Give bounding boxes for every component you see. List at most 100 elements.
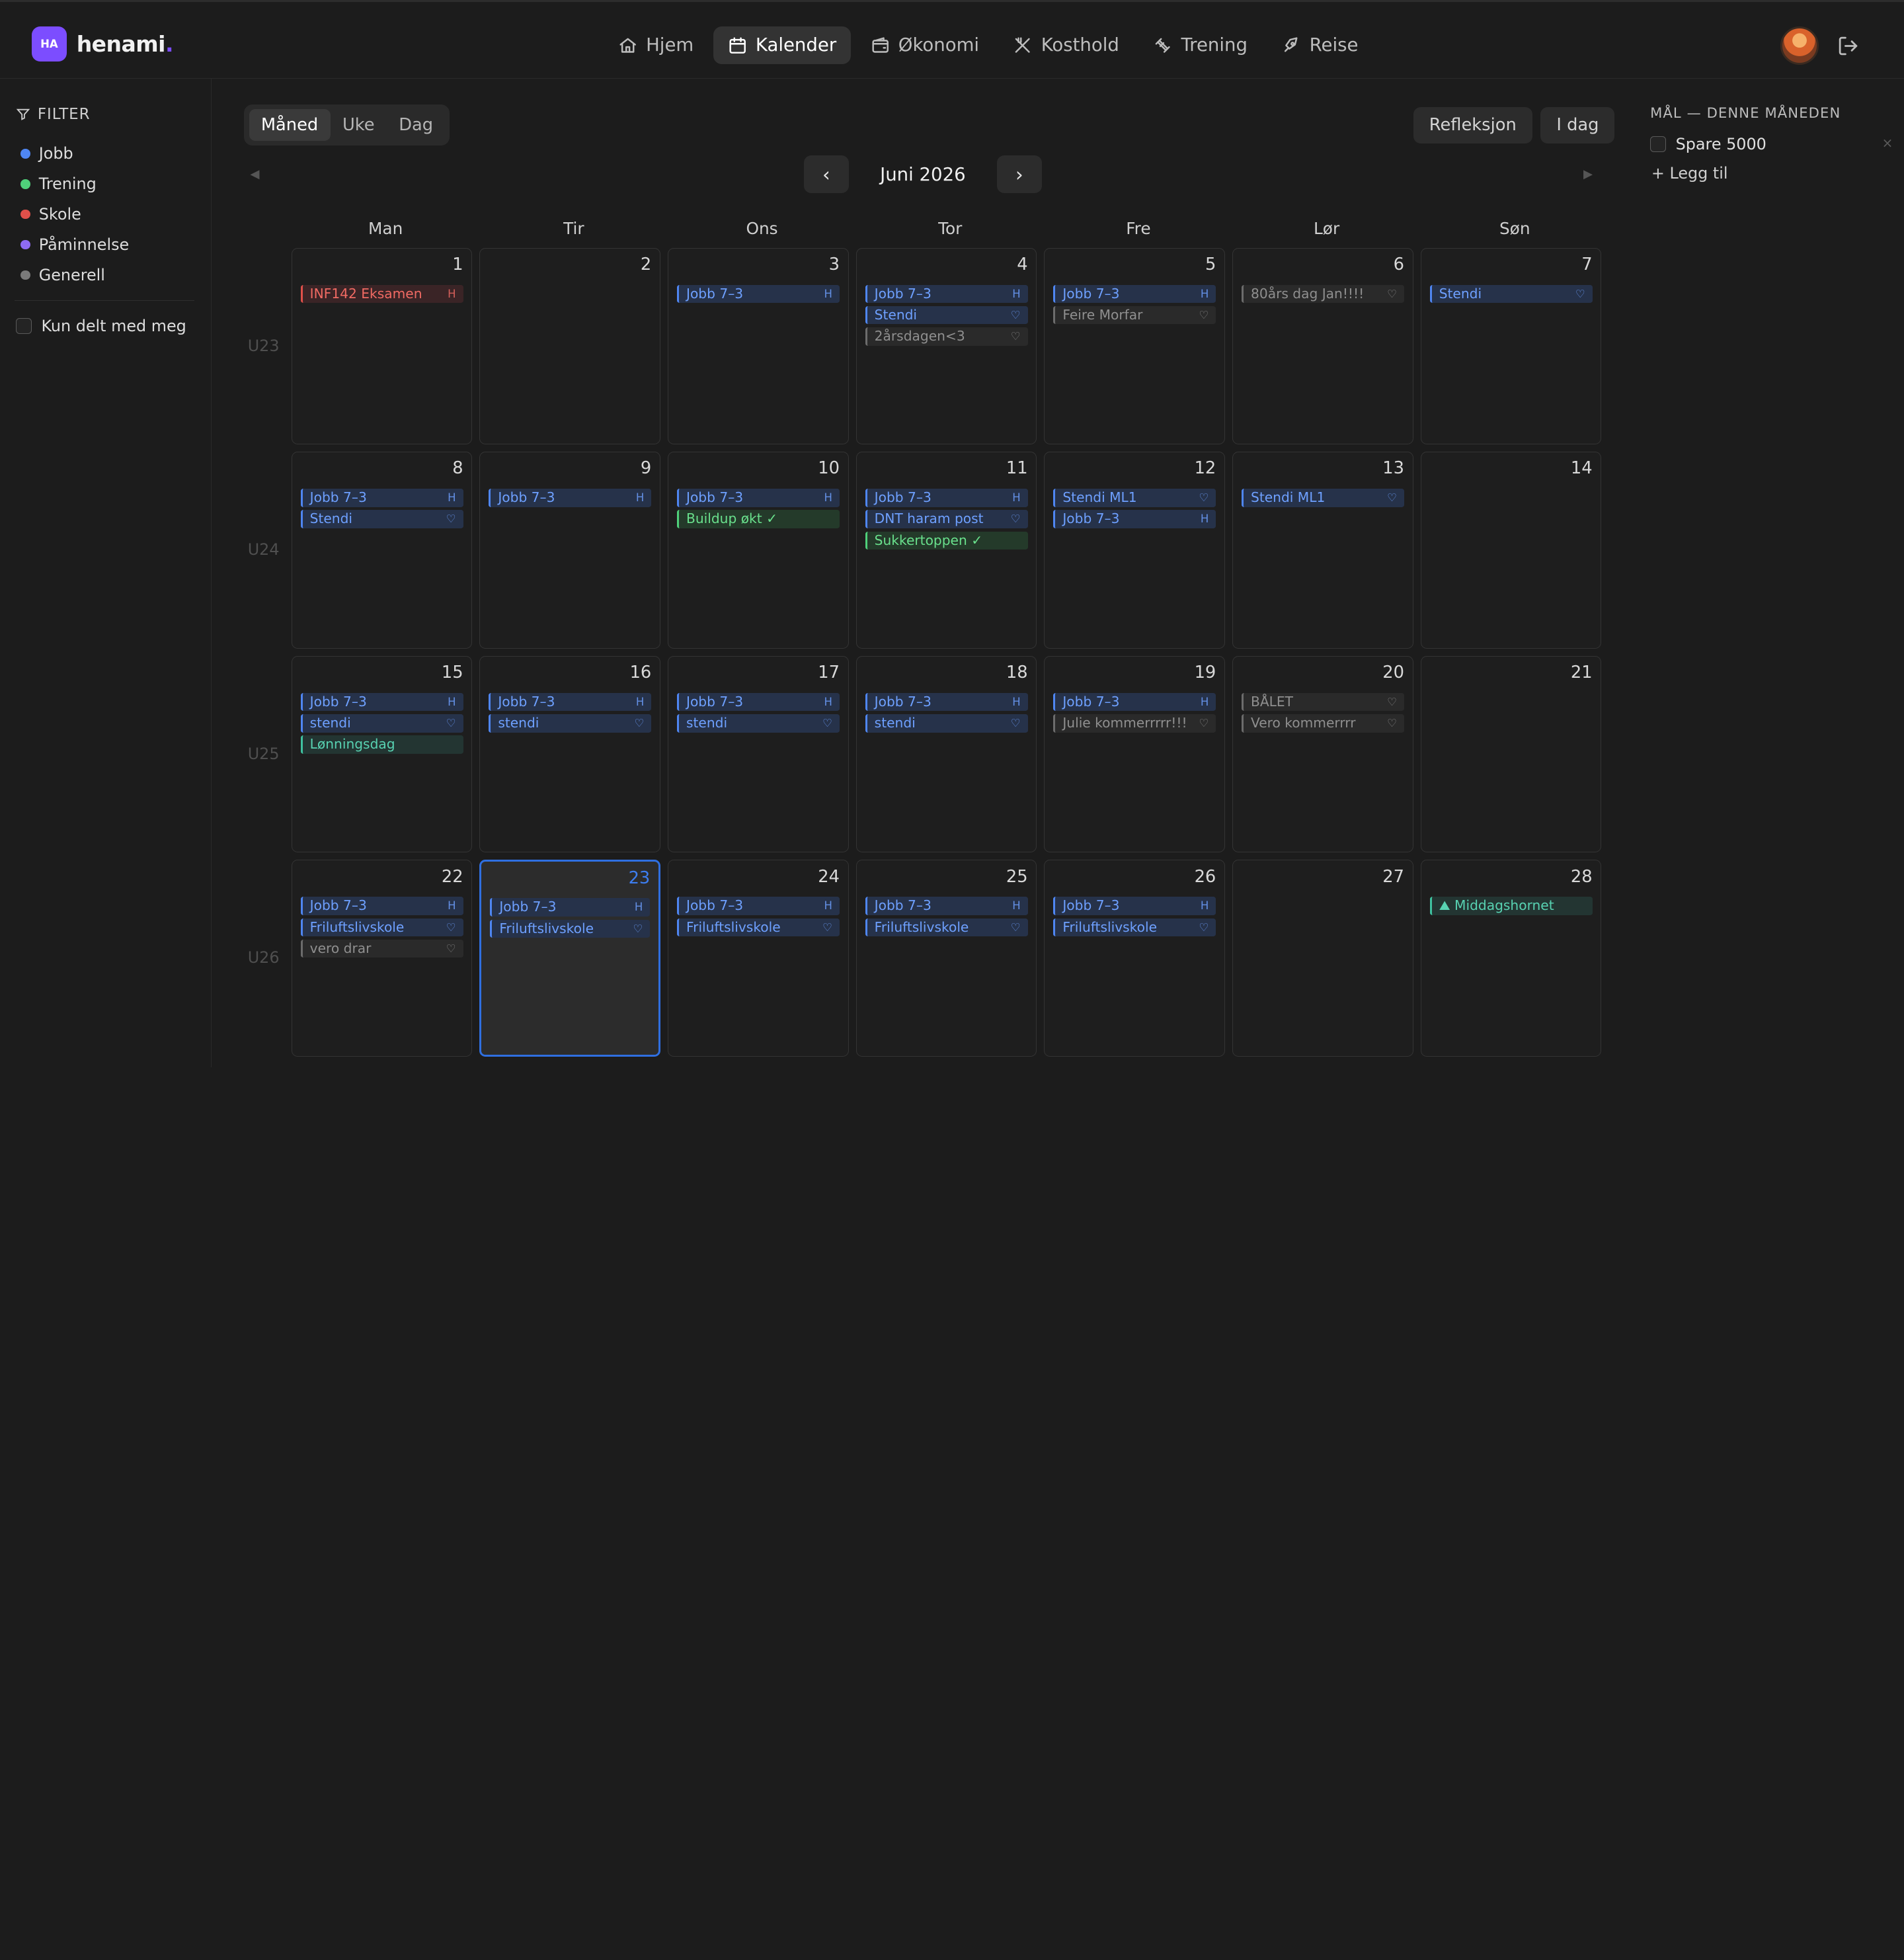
calendar-event[interactable]: Jobb 7–3 H [300, 897, 463, 915]
day-cell[interactable]: 26 Jobb 7–3 H Friluftslivskole ♡ [1044, 860, 1226, 1057]
day-cell[interactable]: 3 Jobb 7–3 H [668, 247, 849, 445]
day-cell[interactable]: 4 Jobb 7–3 H Stendi ♡ 2årsdagen<3 ♡ [855, 247, 1037, 445]
calendar-event[interactable]: Jobb 7–3 H [300, 489, 463, 507]
calendar-event[interactable]: stendi ♡ [676, 714, 840, 733]
day-cell[interactable]: 28 ⛰ Middagshornet [1420, 860, 1602, 1057]
day-cell[interactable]: 24 Jobb 7–3 H Friluftslivskole ♡ [668, 860, 849, 1057]
logout-icon[interactable] [1837, 35, 1859, 57]
filter-item-jobb[interactable]: Jobb [20, 138, 129, 169]
avatar[interactable] [1780, 26, 1819, 65]
day-cell[interactable]: 1 INF142 Eksamen H [291, 247, 473, 445]
next-arrow-icon[interactable]: ▶ [1583, 167, 1593, 181]
nav-rocket[interactable]: Reise [1267, 26, 1372, 64]
day-cell[interactable]: 21 [1420, 655, 1602, 853]
day-cell[interactable]: 2 [479, 247, 661, 445]
calendar-event[interactable]: Jobb 7–3 H [1053, 284, 1216, 304]
reflection-button[interactable]: Refleksjon [1413, 106, 1532, 143]
calendar-event[interactable]: Lønningsdag [300, 735, 463, 754]
day-cell[interactable]: 22 Jobb 7–3 H Friluftslivskole ♡ vero drar ♡ [291, 860, 473, 1057]
add-goal-button[interactable]: + Legg til [1651, 164, 1728, 183]
nav-home[interactable]: Hjem [604, 26, 708, 64]
calendar-event[interactable]: Stendi ML1 ♡ [1053, 489, 1216, 507]
calendar-event[interactable]: Jobb 7–3 H [489, 692, 652, 712]
day-cell[interactable]: 12 Stendi ML1 ♡ Jobb 7–3 H [1044, 452, 1226, 649]
calendar-event[interactable]: vero drar ♡ [300, 939, 463, 958]
day-cell[interactable]: 14 [1420, 452, 1602, 649]
calendar-event[interactable]: stendi ♡ [489, 714, 652, 733]
prev-month-button[interactable]: ‹ [803, 155, 849, 194]
day-cell-today[interactable]: 23 Jobb 7–3 H Friluftslivskole ♡ [479, 860, 661, 1057]
calendar-event[interactable]: Jobb 7–3 H [865, 897, 1028, 915]
day-cell[interactable]: 13 Stendi ML1 ♡ [1232, 452, 1413, 649]
nav-utensils[interactable]: Kosthold [998, 26, 1133, 64]
shared-with-me-filter[interactable]: Kun delt med meg [15, 317, 186, 335]
logo-badge[interactable]: HA [31, 26, 67, 61]
calendar-event[interactable]: Jobb 7–3 H [490, 898, 651, 917]
day-cell[interactable]: 19 Jobb 7–3 H Julie kommerrrrr!!! ♡ [1044, 655, 1226, 853]
calendar-event[interactable]: Jobb 7–3 H [1053, 897, 1216, 915]
view-tab-1[interactable]: Uke [331, 109, 387, 141]
filter-item-skole[interactable]: Skole [20, 199, 129, 229]
calendar-event[interactable]: Friluftslivskole ♡ [490, 919, 651, 938]
calendar-event[interactable]: ⛰ Middagshornet [1429, 897, 1593, 915]
calendar-event[interactable]: Jobb 7–3 H [676, 489, 840, 507]
calendar-event[interactable]: Vero kommerrrr ♡ [1242, 714, 1404, 733]
calendar-event[interactable]: BÅLET ♡ [1242, 692, 1404, 712]
calendar-event[interactable]: Stendi ML1 ♡ [1242, 489, 1404, 507]
calendar-event[interactable]: Jobb 7–3 H [865, 489, 1028, 507]
calendar-event[interactable]: Jobb 7–3 H [676, 897, 840, 915]
shared-with-me-checkbox[interactable] [15, 318, 32, 335]
calendar-event[interactable]: 2årsdagen<3 ♡ [865, 327, 1028, 346]
calendar-event[interactable]: DNT haram post ♡ [865, 510, 1028, 528]
calendar-event[interactable]: Friluftslivskole ♡ [865, 918, 1028, 937]
calendar-event[interactable]: Jobb 7–3 H [1053, 692, 1216, 712]
calendar-event[interactable]: Buildup økt ✓ [676, 510, 840, 528]
day-cell[interactable]: 11 Jobb 7–3 H DNT haram post ♡ Sukkertoppen ✓ [855, 452, 1037, 649]
remove-goal-icon[interactable]: × [1882, 135, 1893, 151]
nav-calendar[interactable]: Kalender [713, 26, 852, 64]
calendar-event[interactable]: Friluftslivskole ♡ [676, 918, 840, 937]
day-cell[interactable]: 5 Jobb 7–3 H Feire Morfar ♡ [1044, 247, 1226, 445]
calendar-event[interactable]: Jobb 7–3 H [865, 284, 1028, 304]
calendar-event[interactable]: Friluftslivskole ♡ [1053, 918, 1216, 937]
day-cell[interactable]: 10 Jobb 7–3 H Buildup økt ✓ [668, 452, 849, 649]
calendar-event[interactable]: INF142 Eksamen H [300, 284, 463, 304]
calendar-event[interactable]: Sukkertoppen ✓ [865, 531, 1028, 550]
nav-wallet[interactable]: Økonomi [856, 26, 994, 64]
calendar-event[interactable]: Stendi ♡ [1429, 284, 1593, 304]
day-cell[interactable]: 8 Jobb 7–3 H Stendi ♡ [291, 452, 473, 649]
calendar-event[interactable]: Friluftslivskole ♡ [300, 918, 463, 937]
goal-item[interactable]: Spare 5000 × [1650, 135, 1893, 153]
filter-item-trening[interactable]: Trening [20, 169, 129, 199]
day-cell[interactable]: 6 80års dag Jan!!!! ♡ [1232, 247, 1413, 445]
calendar-event[interactable]: Jobb 7–3 H [865, 692, 1028, 712]
view-tab-2[interactable]: Dag [387, 109, 446, 141]
calendar-event[interactable]: 80års dag Jan!!!! ♡ [1242, 284, 1404, 304]
today-button[interactable]: I dag [1540, 106, 1615, 143]
view-tab-0[interactable]: Måned [249, 109, 331, 142]
calendar-event[interactable]: stendi ♡ [865, 714, 1028, 733]
calendar-event[interactable]: Jobb 7–3 H [489, 489, 652, 507]
goal-checkbox[interactable] [1650, 136, 1666, 152]
calendar-event[interactable]: Jobb 7–3 H [1053, 510, 1216, 528]
filter-item-generell[interactable]: Generell [20, 260, 129, 290]
day-cell[interactable]: 18 Jobb 7–3 Hstendi ♡ [855, 655, 1037, 853]
calendar-event[interactable]: Stendi ♡ [300, 510, 463, 528]
calendar-event[interactable]: Jobb 7–3 H [300, 692, 463, 712]
day-cell[interactable]: 15 Jobb 7–3 Hstendi ♡ Lønningsdag [291, 655, 473, 853]
day-cell[interactable]: 9 Jobb 7–3 H [479, 452, 661, 649]
day-cell[interactable]: 17 Jobb 7–3 Hstendi ♡ [668, 655, 849, 853]
calendar-event[interactable]: stendi ♡ [300, 714, 463, 733]
next-month-button[interactable]: › [996, 155, 1042, 194]
day-cell[interactable]: 16 Jobb 7–3 Hstendi ♡ [479, 655, 661, 853]
day-cell[interactable]: 20 BÅLET ♡ Vero kommerrrr ♡ [1232, 655, 1413, 853]
calendar-event[interactable]: Stendi ♡ [865, 306, 1028, 325]
nav-dumbbell[interactable]: Trening [1138, 26, 1262, 64]
day-cell[interactable]: 25 Jobb 7–3 H Friluftslivskole ♡ [855, 860, 1037, 1057]
prev-arrow-icon[interactable]: ◀ [250, 167, 259, 181]
filter-item-påminnelse[interactable]: Påminnelse [20, 229, 129, 260]
brand-name[interactable]: henami. [77, 31, 174, 57]
calendar-event[interactable]: Jobb 7–3 H [676, 284, 840, 304]
calendar-event[interactable]: Jobb 7–3 H [676, 692, 840, 712]
calendar-event[interactable]: Feire Morfar ♡ [1053, 306, 1216, 325]
